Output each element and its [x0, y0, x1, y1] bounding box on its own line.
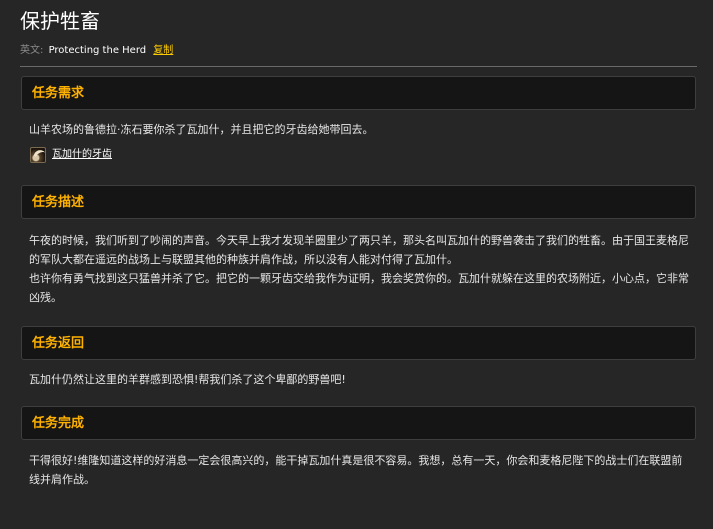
section-title-progress: 任务返回: [32, 336, 85, 351]
description-paragraph-2: 也许你有勇气找到这只猛兽并杀了它。把它的一颗牙齿交给我作为证明，我会奖赏你的。瓦…: [29, 272, 689, 304]
quest-item-link[interactable]: 瓦加什的牙齿: [52, 148, 112, 162]
quest-page: 保护牲畜 英文: Protecting the Herd 复制 任务需求 山羊农…: [0, 0, 713, 529]
english-name: Protecting the Herd: [48, 45, 147, 56]
section-header-description: 任务描述: [21, 185, 696, 219]
section-title-description: 任务描述: [32, 195, 85, 210]
quest-title: 保护牲畜: [20, 9, 100, 33]
english-name-row: 英文: Protecting the Herd 复制: [20, 44, 173, 58]
fang-icon: [30, 147, 46, 163]
completion-text: 干得很好!维隆知道这样的好消息一定会很高兴的，能干掉瓦加什真是很不容易。我想，总…: [29, 454, 683, 486]
title-divider: [20, 66, 697, 67]
english-label: 英文:: [20, 45, 44, 56]
section-title-completion: 任务完成: [32, 416, 85, 431]
description-paragraph-1: 午夜的时候，我们听到了吵闹的声音。今天早上我才发现羊圈里少了两只羊，那头名叫瓦加…: [29, 234, 689, 266]
quest-item[interactable]: 瓦加什的牙齿: [30, 146, 112, 164]
description-text: 午夜的时候，我们听到了吵闹的声音。今天早上我才发现羊圈里少了两只羊，那头名叫瓦加…: [29, 231, 689, 307]
requirements-text: 山羊农场的鲁德拉·冻石要你杀了瓦加什，并且把它的牙齿给她带回去。: [29, 123, 374, 136]
section-header-requirements: 任务需求: [21, 76, 696, 110]
section-header-progress: 任务返回: [21, 326, 696, 360]
section-title-requirements: 任务需求: [32, 86, 85, 101]
section-header-completion: 任务完成: [21, 406, 696, 440]
progress-text: 瓦加什仍然让这里的羊群感到恐惧!帮我们杀了这个卑鄙的野兽吧!: [29, 373, 346, 386]
copy-link[interactable]: 复制: [153, 45, 173, 56]
